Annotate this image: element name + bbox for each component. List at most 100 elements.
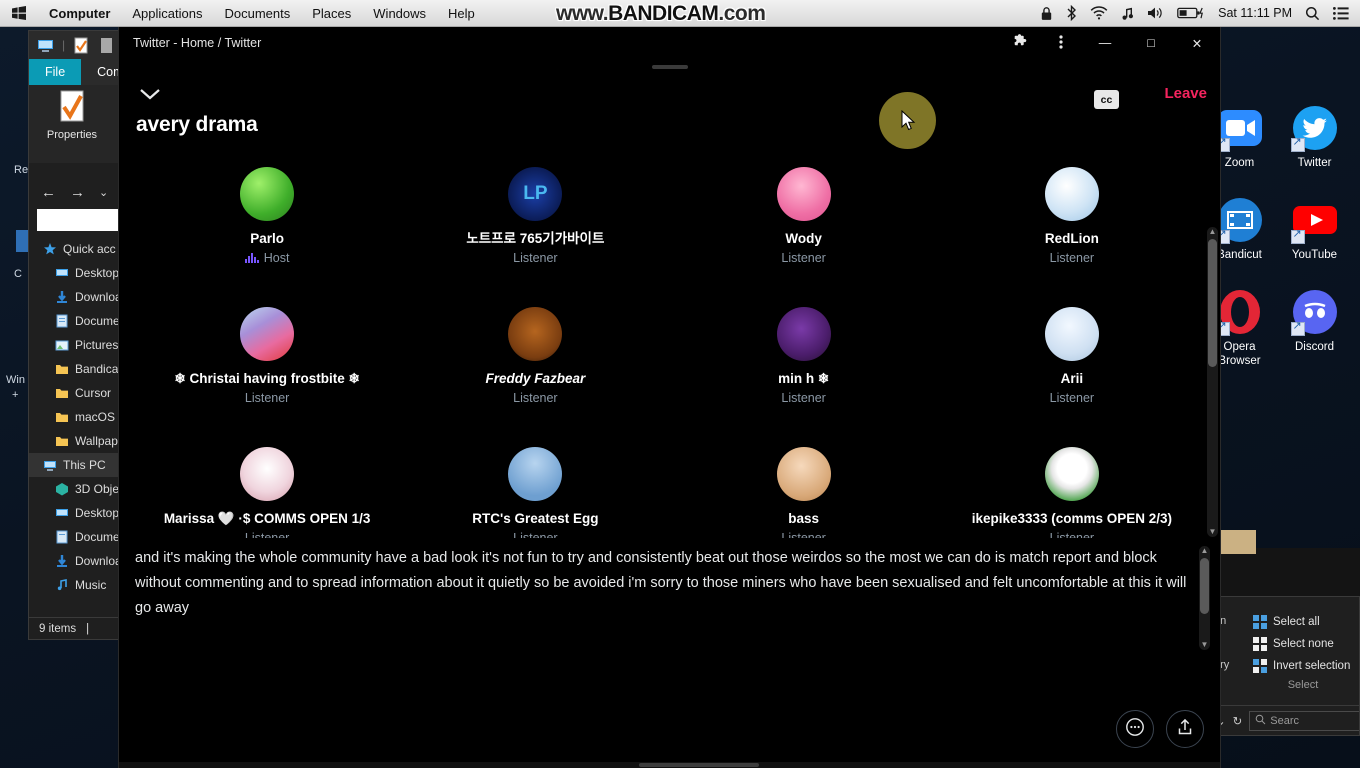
participant-role: Listener	[670, 251, 938, 265]
menu-item-help[interactable]: Help	[437, 0, 486, 27]
desktop-icon-label: Discord	[1295, 341, 1334, 354]
participant-role: Listener	[401, 391, 669, 405]
collapse-space-button[interactable]	[137, 83, 163, 109]
scrollbar-thumb[interactable]	[1200, 558, 1209, 614]
select-none-button[interactable]: Select none	[1247, 633, 1359, 655]
desktop-icon-label: YouTube	[1291, 249, 1338, 262]
browser-menu-button[interactable]	[1040, 27, 1082, 59]
avatar[interactable]	[1044, 167, 1099, 221]
menu-item-windows[interactable]: Windows	[362, 0, 437, 27]
menu-item-applications[interactable]: Applications	[121, 0, 213, 27]
participant-card[interactable]: LP 노트프로 765기가바이트 Listener	[401, 149, 669, 289]
select-none-label: Select none	[1273, 638, 1334, 650]
role-label: Listener	[513, 250, 558, 265]
participant-card[interactable]: bass Listener	[670, 429, 938, 538]
invert-selection-button[interactable]: Invert selection	[1247, 655, 1359, 677]
reaction-button[interactable]	[1116, 710, 1154, 748]
select-all-label: Select all	[1273, 616, 1320, 628]
desktop-icon-discord[interactable]: Discord	[1277, 288, 1352, 367]
close-button[interactable]: ✕	[1174, 27, 1220, 59]
thispc-icon[interactable]	[37, 37, 54, 54]
avatar[interactable]	[1044, 447, 1099, 501]
menu-item-documents[interactable]: Documents	[214, 0, 302, 27]
tree-item-label: Downloa	[75, 290, 122, 304]
discord-icon	[1290, 288, 1339, 337]
scroll-down-arrow-icon[interactable]: ▼	[1208, 527, 1217, 537]
avatar[interactable]	[776, 307, 831, 361]
windows-logo-icon[interactable]	[0, 5, 38, 21]
role-label: Listener	[513, 390, 558, 405]
hamburger-menu-icon[interactable]	[1333, 6, 1349, 20]
avatar[interactable]	[508, 447, 563, 501]
browser-title-bar[interactable]: Twitter - Home / Twitter — □ ✕	[119, 27, 1220, 59]
menu-item-places[interactable]: Places	[301, 0, 362, 27]
participants-scrollbar[interactable]: ▲ ▼	[1207, 227, 1218, 537]
forward-button[interactable]: →	[70, 184, 85, 201]
share-button[interactable]	[1166, 710, 1204, 748]
tab-file[interactable]: File	[29, 59, 82, 85]
participant-name: Wody	[785, 231, 822, 246]
maximize-button[interactable]: □	[1128, 27, 1174, 59]
participant-name: RedLion	[1044, 231, 1099, 246]
participant-card[interactable]: RedLion Listener	[938, 149, 1206, 289]
explorer-select-panel[interactable]: en ory Select all Select none Invert sel…	[1210, 596, 1360, 736]
watermark-suffix: .com	[718, 2, 766, 25]
battery-charging-icon[interactable]	[1177, 6, 1205, 20]
participant-card[interactable]: ❄ Christai having frostbite ❄ Listener	[133, 289, 401, 429]
menu-item-computer[interactable]: Computer	[38, 0, 121, 27]
chevron-down-icon	[139, 87, 161, 106]
back-button[interactable]: ←	[41, 184, 56, 201]
avatar[interactable]	[508, 307, 563, 361]
participant-card[interactable]: Arii Listener	[938, 289, 1206, 429]
participant-role: Listener	[938, 391, 1206, 405]
avatar[interactable]	[776, 447, 831, 501]
participant-card[interactable]: Freddy Fazbear Listener	[401, 289, 669, 429]
participant-card[interactable]: ikepike3333 (comms OPEN 2/3) Listener	[938, 429, 1206, 538]
participant-name: Parlo	[250, 231, 284, 246]
leave-button[interactable]: Leave	[1164, 85, 1207, 102]
bluetooth-icon[interactable]	[1066, 5, 1077, 21]
participant-card[interactable]: Wody Listener	[670, 149, 938, 289]
desktop-icon-youtube[interactable]: YouTube	[1277, 196, 1352, 262]
properties-icon[interactable]	[73, 37, 90, 54]
closed-captions-button[interactable]: cc	[1094, 90, 1119, 109]
select-all-button[interactable]: Select all	[1247, 611, 1359, 633]
open-icon[interactable]	[98, 37, 115, 54]
panel-bottom-bar[interactable]: ⌄ ↻ Searc	[1211, 705, 1359, 735]
avatar[interactable]	[776, 167, 831, 221]
avatar[interactable]	[240, 447, 295, 501]
recent-locations-button[interactable]: ⌄	[99, 186, 108, 199]
extensions-button[interactable]	[998, 27, 1040, 59]
desktop-icon-twitter[interactable]: Twitter	[1277, 104, 1352, 170]
avatar[interactable]: LP	[508, 167, 563, 221]
participant-card[interactable]: Marissa 🤍 ·$ COMMS OPEN 1/3 Listener	[133, 429, 401, 538]
volume-icon[interactable]	[1147, 6, 1164, 20]
ribbon-properties-button[interactable]: Properties	[39, 89, 105, 163]
minimize-button[interactable]: —	[1082, 27, 1128, 59]
participant-card[interactable]: min h ❄ Listener	[670, 289, 938, 429]
wifi-icon[interactable]	[1090, 6, 1108, 20]
scrollbar-thumb[interactable]	[1208, 239, 1217, 367]
search-input[interactable]: Searc	[1249, 710, 1359, 731]
participant-card[interactable]: RTC's Greatest Egg Listener	[401, 429, 669, 538]
scroll-up-arrow-icon[interactable]: ▲	[1208, 227, 1217, 237]
caption-scrollbar[interactable]: ▲ ▼	[1199, 546, 1210, 650]
avatar[interactable]	[240, 307, 295, 361]
puzzle-piece-icon	[1012, 34, 1027, 52]
role-label: Host	[263, 250, 290, 265]
folder-icon	[55, 434, 69, 448]
clock[interactable]: Sat 11:11 PM	[1218, 6, 1292, 20]
browser-window[interactable]: Twitter - Home / Twitter — □ ✕ avery dra…	[119, 27, 1220, 768]
music-note-icon[interactable]	[1121, 6, 1134, 21]
refresh-icon[interactable]: ↻	[1233, 714, 1243, 728]
avatar[interactable]	[240, 167, 295, 221]
tree-item-label: 3D Obje	[75, 482, 120, 496]
search-icon[interactable]	[1305, 6, 1320, 21]
role-label: Listener	[1049, 390, 1095, 405]
scroll-down-arrow-icon[interactable]: ▼	[1200, 640, 1209, 650]
avatar[interactable]	[1044, 307, 1099, 361]
scroll-up-arrow-icon[interactable]: ▲	[1200, 546, 1209, 556]
caption-text: and it's making the whole community have…	[135, 550, 1187, 616]
lock-icon[interactable]	[1040, 6, 1053, 21]
participant-card[interactable]: Parlo Host	[133, 149, 401, 289]
